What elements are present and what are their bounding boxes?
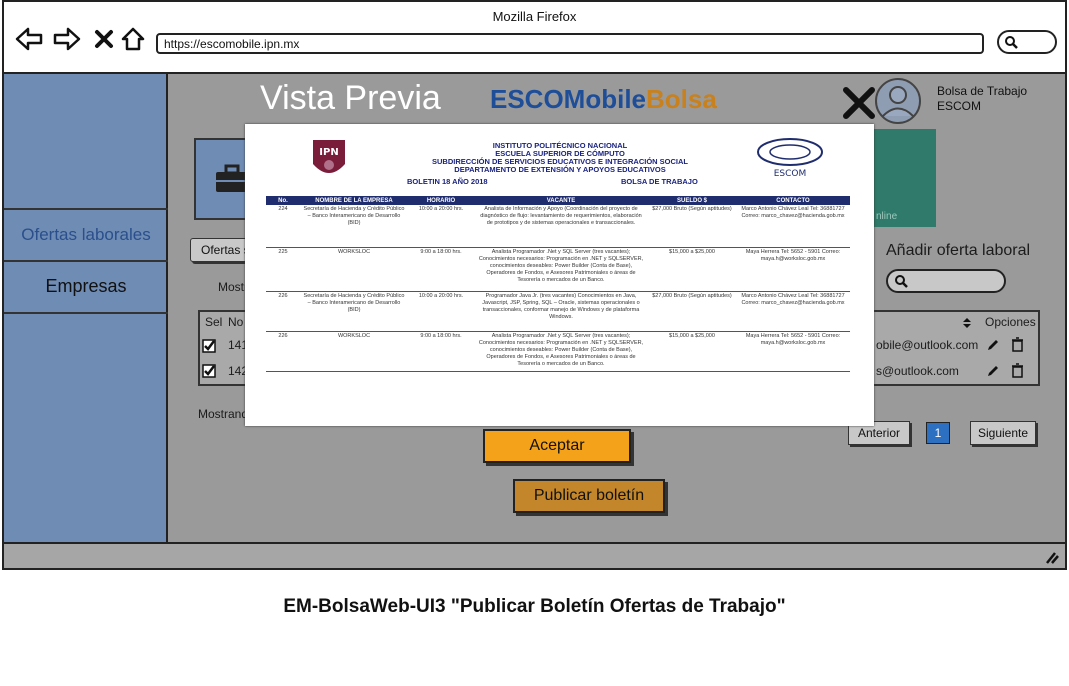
cell: Analista Programador .Net y SQL Server (… bbox=[474, 247, 648, 292]
accept-button[interactable]: Aceptar bbox=[483, 429, 631, 463]
cell: Marco Antonio Chávez Leal Tel: 36881727 … bbox=[736, 291, 850, 332]
bulletin-table-header: No. NOMBRE DE LA EMPRESA HORARIO VACANTE… bbox=[266, 196, 850, 205]
page-number-button[interactable]: 1 bbox=[926, 422, 950, 444]
browser-toolbar: Mozilla Firefox https://escomobile.ipn.m… bbox=[4, 2, 1065, 74]
table-search-field[interactable] bbox=[886, 269, 1006, 293]
mockup-caption: EM-BolsaWeb-UI3 "Publicar Boletín Oferta… bbox=[283, 596, 786, 617]
back-arrow-icon[interactable] bbox=[14, 24, 44, 54]
brand-part-escomobile: ESCOMobile bbox=[490, 84, 647, 114]
col-no: No bbox=[228, 315, 244, 329]
bulletin-number: BOLETIN 18 AÑO 2018 bbox=[407, 177, 488, 186]
offers-tile[interactable] bbox=[194, 138, 252, 220]
user-avatar-icon[interactable] bbox=[874, 77, 922, 130]
col-options: Opciones bbox=[985, 315, 1036, 329]
brand-logo: ESCOMobileBolsa bbox=[490, 84, 717, 115]
cell: Maya Herrera Tel: 5652 - 5901 Correo: ma… bbox=[736, 247, 850, 292]
row-email: obile@outlook.com bbox=[876, 338, 979, 352]
row-checkbox[interactable] bbox=[202, 339, 216, 358]
url-bar[interactable]: https://escomobile.ipn.mx bbox=[156, 33, 984, 54]
document-header: INSTITUTO POLITÉCNICO NACIONAL ESCUELA S… bbox=[395, 142, 725, 174]
cell: $15,000 a $25,000 bbox=[648, 331, 736, 372]
edit-icon[interactable] bbox=[986, 338, 1000, 357]
search-icon bbox=[1004, 35, 1018, 54]
cell: Maya Herrera Tel: 5652 - 5901 Correo: ma… bbox=[736, 331, 850, 372]
col-header: SUELDO $ bbox=[648, 196, 736, 205]
row-checkbox[interactable] bbox=[202, 364, 216, 383]
cell: 10:00 a 20:00 hrs. bbox=[408, 205, 474, 248]
escom-logo: ESCOM bbox=[755, 136, 825, 180]
sidebar-item-empresas[interactable]: Empresas bbox=[4, 260, 168, 314]
cell: 226 bbox=[266, 331, 300, 372]
escom-logo-text: ESCOM bbox=[774, 169, 807, 179]
edit-icon[interactable] bbox=[986, 364, 1000, 383]
cell: $27,000 Bruto (Según aptitudes) bbox=[648, 291, 736, 332]
cell: $15,000 a $25,000 bbox=[648, 247, 736, 292]
browser-search-field[interactable] bbox=[997, 30, 1057, 54]
table-row: 226 WORKSLOC 9:00 a 18:00 hrs. Analista … bbox=[266, 331, 850, 372]
table-row: 224 Secretaría de Hacienda y Crédito Púb… bbox=[266, 205, 850, 248]
col-header: NOMBRE DE LA EMPRESA bbox=[300, 196, 408, 205]
cell: WORKSLOC bbox=[300, 247, 408, 292]
bulletin-section: BOLSA DE TRABAJO bbox=[621, 177, 698, 186]
cell: Secretaría de Hacienda y Crédito Público… bbox=[300, 291, 408, 332]
ipn-logo: IPN bbox=[309, 138, 349, 180]
close-preview-icon[interactable] bbox=[842, 86, 876, 125]
user-org: ESCOM bbox=[937, 99, 982, 113]
cell: Analista de Información y Apoyo (Coordin… bbox=[474, 205, 648, 248]
brand-part-bolsa: Bolsa bbox=[646, 84, 717, 114]
cell: 224 bbox=[266, 205, 300, 248]
cell: 226 bbox=[266, 291, 300, 332]
cell: 9:00 a 18:00 hrs. bbox=[408, 331, 474, 372]
cell: WORKSLOC bbox=[300, 331, 408, 372]
sidebar-item-ofertas[interactable]: Ofertas laborales bbox=[4, 208, 168, 262]
trash-icon[interactable] bbox=[1011, 363, 1024, 383]
home-icon[interactable] bbox=[118, 24, 148, 54]
header-line: DEPARTAMENTO DE EXTENSIÓN Y APOYOS EDUCA… bbox=[454, 165, 666, 174]
bulletin-preview: IPN INSTITUTO POLITÉCNICO NACIONAL ESCUE… bbox=[245, 124, 874, 426]
close-icon[interactable] bbox=[89, 24, 119, 54]
tile-label: nline bbox=[876, 211, 898, 222]
sort-icon[interactable] bbox=[962, 316, 972, 334]
cell: 9:00 a 18:00 hrs. bbox=[408, 247, 474, 292]
forward-arrow-icon[interactable] bbox=[52, 24, 82, 54]
col-header: HORARIO bbox=[408, 196, 474, 205]
cell: Analista Programador .Net y SQL Server (… bbox=[474, 331, 648, 372]
cell: 10:00 a 20:00 hrs. bbox=[408, 291, 474, 332]
cell: $27,000 Bruto (Según aptitudes) bbox=[648, 205, 736, 248]
bulletin-table-wrap: No. NOMBRE DE LA EMPRESA HORARIO VACANTE… bbox=[266, 196, 850, 372]
publish-bulletin-button[interactable]: Publicar boletín bbox=[513, 479, 665, 513]
col-header: VACANTE bbox=[474, 196, 648, 205]
sidebar: Ofertas laborales Empresas bbox=[4, 74, 168, 542]
next-page-button[interactable]: Siguiente bbox=[970, 421, 1036, 445]
col-header: No. bbox=[266, 196, 300, 205]
user-info: Bolsa de Trabajo ESCOM bbox=[937, 84, 1027, 114]
ipn-logo-text: IPN bbox=[319, 147, 338, 158]
row-email: s@outlook.com bbox=[876, 364, 959, 378]
user-role: Bolsa de Trabajo bbox=[937, 84, 1028, 98]
browser-statusbar bbox=[4, 542, 1065, 568]
table-row: 226 Secretaría de Hacienda y Crédito Púb… bbox=[266, 291, 850, 332]
showing-label-bottom: Mostrand bbox=[198, 407, 249, 421]
trash-icon[interactable] bbox=[1011, 337, 1024, 357]
showing-label-top: Mostr bbox=[218, 280, 248, 294]
cell: Marco Antonio Chávez Leal Tel: 36881727 … bbox=[736, 205, 850, 248]
resize-grip-icon[interactable] bbox=[1043, 550, 1059, 569]
window-title: Mozilla Firefox bbox=[492, 9, 577, 24]
table-row: 225 WORKSLOC 9:00 a 18:00 hrs. Analista … bbox=[266, 247, 850, 292]
cell: 225 bbox=[266, 247, 300, 292]
col-sel: Sel bbox=[205, 315, 223, 329]
bulletin-table: No. NOMBRE DE LA EMPRESA HORARIO VACANTE… bbox=[266, 196, 850, 372]
cell: Programador Java Jr. (tres vacantes) Con… bbox=[474, 291, 648, 332]
cell: Secretaría de Hacienda y Crédito Público… bbox=[300, 205, 408, 248]
search-icon bbox=[894, 274, 908, 293]
add-offer-link[interactable]: Añadir oferta laboral bbox=[886, 242, 1030, 260]
preview-title: Vista Previa bbox=[260, 79, 441, 117]
col-header: CONTACTO bbox=[736, 196, 850, 205]
online-tile[interactable]: nline bbox=[874, 129, 936, 227]
